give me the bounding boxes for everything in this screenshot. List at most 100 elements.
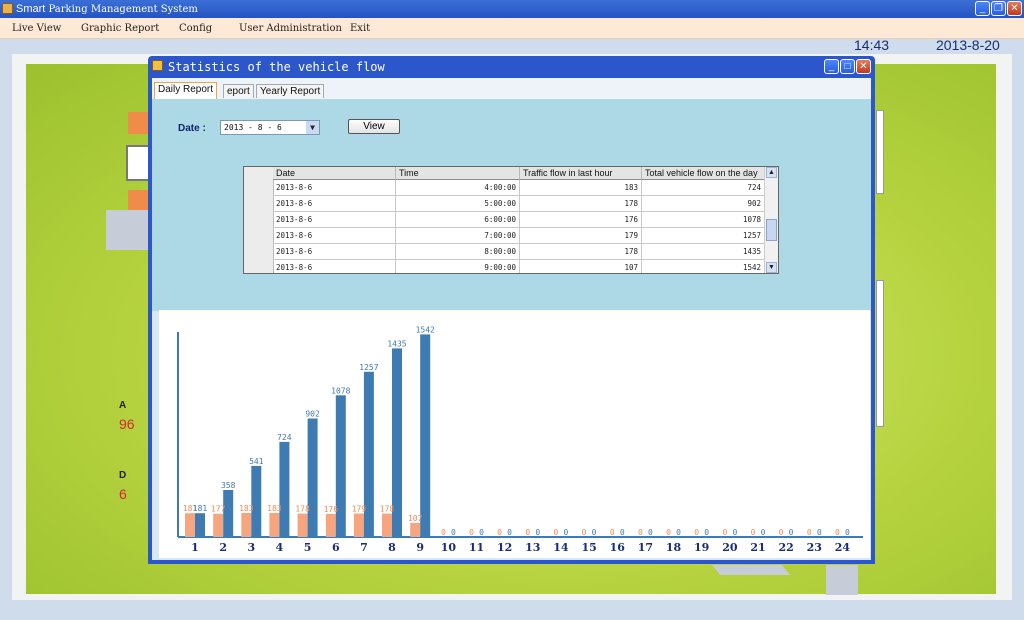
table-cell: 1542 <box>642 260 765 273</box>
chevron-down-icon[interactable]: ▼ <box>306 121 319 134</box>
table-cell: 7:00:00 <box>396 228 520 244</box>
total-value-label: 1435 <box>387 339 406 348</box>
hourly-value-label: 183 <box>267 504 282 513</box>
table-cell: 2013-8-6 <box>273 212 396 228</box>
table-row[interactable]: 2013-8-6 6:00:00 176 1078 <box>273 212 765 228</box>
minimize-button[interactable]: _ <box>975 1 990 16</box>
menu-exit[interactable]: Exit <box>350 23 370 34</box>
total-flow-bar <box>279 441 290 537</box>
table-cell: 178 <box>520 196 642 212</box>
table-scrollbar[interactable]: ▲ ▼ <box>764 167 778 273</box>
total-flow-bar <box>307 418 318 537</box>
parking-building <box>128 112 150 134</box>
hourly-value-label: 177 <box>211 505 226 514</box>
x-tick-label: 2 <box>219 541 227 554</box>
x-tick-label: 22 <box>778 541 793 554</box>
dialog-title: Statistics of the vehicle flow <box>168 60 385 74</box>
table-row[interactable]: 2013-8-6 7:00:00 179 1257 <box>273 228 765 244</box>
hourly-flow-bar <box>297 513 308 537</box>
menu-config[interactable]: Config <box>179 23 212 34</box>
x-tick-label: 21 <box>750 541 765 554</box>
scroll-up-icon[interactable]: ▲ <box>766 167 777 178</box>
x-tick-label: 8 <box>388 541 396 554</box>
x-tick-label: 9 <box>416 541 424 554</box>
parking-building <box>128 190 150 210</box>
scroll-down-icon[interactable]: ▼ <box>766 262 777 273</box>
restore-button[interactable]: ❐ <box>991 1 1006 16</box>
table-cell: 2013-8-6 <box>273 260 396 273</box>
x-tick-label: 10 <box>441 541 457 554</box>
total-value-label: 0 <box>479 528 484 537</box>
column-header-time[interactable]: Time <box>396 167 520 180</box>
table-cell: 724 <box>642 180 765 196</box>
scroll-thumb[interactable] <box>766 219 777 241</box>
table-row[interactable]: 2013-8-6 4:00:00 183 724 <box>273 180 765 196</box>
total-value-label: 1257 <box>359 363 378 372</box>
total-value-label: 0 <box>817 528 822 537</box>
table-cell: 179 <box>520 228 642 244</box>
total-value-label: 0 <box>592 528 597 537</box>
dialog-maximize-button[interactable]: □ <box>840 59 855 74</box>
total-flow-bar <box>195 513 205 537</box>
table-cell: 2013-8-6 <box>273 196 396 212</box>
tab-strip: Daily Report eport Yearly Report <box>152 78 871 100</box>
hourly-value-label: 0 <box>497 528 502 537</box>
hourly-value-label: 183 <box>239 504 254 513</box>
menu-graphic-report[interactable]: Graphic Report <box>81 23 159 34</box>
area-d-count: 6 <box>119 486 127 502</box>
hourly-flow-bar <box>382 513 392 537</box>
table-cell: 2013-8-6 <box>273 228 396 244</box>
column-header-hourly-flow[interactable]: Traffic flow in last hour <box>520 167 642 180</box>
area-a-label: A <box>119 400 127 411</box>
parking-building <box>126 145 150 181</box>
hourly-value-label: 0 <box>835 528 840 537</box>
table-row[interactable]: 2013-8-6 8:00:00 178 1435 <box>273 244 765 260</box>
total-value-label: 181 <box>193 504 208 513</box>
app-title: Smart Parking Management System <box>16 3 198 15</box>
app-icon <box>2 3 13 14</box>
tab-daily-report[interactable]: Daily Report <box>154 82 218 99</box>
hourly-value-label: 0 <box>553 528 558 537</box>
column-header-date[interactable]: Date <box>273 167 396 180</box>
flow-data-table[interactable]: Date Time Traffic flow in last hour Tota… <box>243 166 779 274</box>
table-cell: 183 <box>520 180 642 196</box>
total-flow-bar <box>420 334 431 537</box>
hourly-value-label: 0 <box>441 528 446 537</box>
total-value-label: 0 <box>789 528 794 537</box>
dialog-body: Daily Report eport Yearly Report Date : … <box>152 78 871 560</box>
total-value-label: 724 <box>277 433 292 442</box>
x-tick-label: 19 <box>694 541 709 554</box>
x-tick-label: 6 <box>332 541 340 554</box>
hourly-value-label: 0 <box>694 528 699 537</box>
hourly-value-label: 0 <box>582 528 587 537</box>
total-value-label: 0 <box>676 528 681 537</box>
x-tick-label: 17 <box>638 541 653 554</box>
tab-yearly-report[interactable]: Yearly Report <box>256 84 325 98</box>
menu-live-view[interactable]: Live View <box>12 23 61 34</box>
view-button[interactable]: View <box>348 119 400 134</box>
parking-gate <box>876 110 884 194</box>
hourly-value-label: 0 <box>638 528 643 537</box>
x-tick-label: 12 <box>497 541 512 554</box>
total-value-label: 0 <box>761 528 766 537</box>
table-row[interactable]: 2013-8-6 5:00:00 178 902 <box>273 196 765 212</box>
hourly-value-label: 178 <box>380 505 395 514</box>
area-a-count: 96 <box>119 416 135 432</box>
hourly-flow-bar <box>269 513 280 537</box>
hourly-value-label: 107 <box>408 514 423 523</box>
x-tick-label: 15 <box>581 541 596 554</box>
dialog-close-button[interactable]: ✕ <box>856 59 871 74</box>
table-row[interactable]: 2013-8-6 9:00:00 107 1542 <box>273 260 765 273</box>
tab-monthly-report[interactable]: eport <box>223 84 254 98</box>
column-header-total-flow[interactable]: Total vehicle flow on the day <box>642 167 765 180</box>
dialog-minimize-button[interactable]: _ <box>824 59 839 74</box>
table-cell: 902 <box>642 196 765 212</box>
x-tick-label: 14 <box>553 541 569 554</box>
date-picker[interactable]: 2013 - 8 - 6 ▼ <box>220 120 320 135</box>
hourly-value-label: 0 <box>525 528 530 537</box>
total-value-label: 358 <box>221 481 236 490</box>
menu-user-administration[interactable]: User Administration <box>239 23 342 34</box>
total-value-label: 0 <box>704 528 709 537</box>
close-button[interactable]: ✕ <box>1007 1 1022 16</box>
x-tick-label: 24 <box>835 541 851 554</box>
